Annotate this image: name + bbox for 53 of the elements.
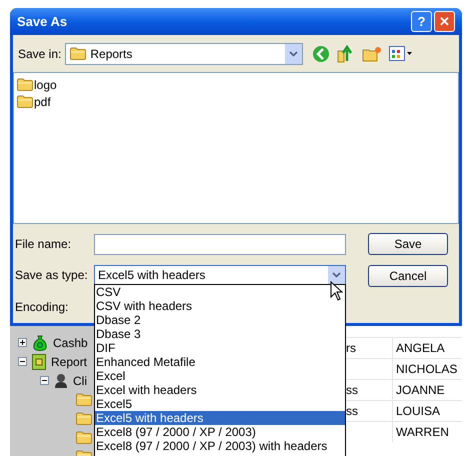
file-item[interactable]: logo bbox=[17, 76, 455, 94]
dropdown-option[interactable]: Excel8 (97 / 2000 / XP / 2003) bbox=[95, 425, 345, 439]
file-name-field[interactable] bbox=[94, 234, 346, 254]
dropdown-option[interactable]: Excel with headers bbox=[95, 383, 345, 397]
tree-item[interactable]: Report bbox=[51, 352, 88, 370]
close-button[interactable]: ✕ bbox=[434, 11, 455, 32]
dialog-button[interactable]: Cancel bbox=[368, 265, 448, 287]
folder-icon bbox=[76, 431, 92, 444]
dropdown-option[interactable]: Dbase 2 bbox=[95, 313, 345, 327]
money-bag-icon bbox=[32, 334, 48, 350]
dropdown-option[interactable]: Excel5 with headers bbox=[95, 411, 345, 425]
table-cell-text: ANGELA bbox=[396, 340, 445, 357]
table-cell-text: ss bbox=[346, 382, 358, 399]
report-icon bbox=[32, 354, 46, 370]
new-folder-icon[interactable] bbox=[362, 46, 382, 62]
dropdown-option[interactable]: CSV with headers bbox=[95, 299, 345, 313]
save-in-label: Save in: bbox=[18, 46, 62, 63]
view-menu-icon[interactable] bbox=[389, 46, 414, 62]
file-item[interactable]: pdf bbox=[17, 93, 455, 110]
save-as-type-label: Save as type: bbox=[15, 267, 89, 284]
dropdown-option[interactable]: Enhanced Metafile bbox=[95, 355, 345, 369]
collapse-icon[interactable] bbox=[40, 376, 49, 385]
dropdown-option[interactable]: Excel8 (97 / 2000 / XP / 2003) with headers bbox=[95, 439, 345, 453]
dropdown-option[interactable]: Excel5 bbox=[95, 397, 345, 411]
folder-icon bbox=[76, 412, 92, 425]
collapse-icon[interactable] bbox=[18, 357, 27, 366]
dropdown-option[interactable]: Excel bbox=[95, 369, 345, 383]
table-cell-text: WARREN bbox=[396, 424, 449, 441]
window-title: Save As bbox=[17, 12, 68, 31]
help-button[interactable]: ? bbox=[411, 11, 432, 32]
table-cell-text: LOUISA bbox=[396, 403, 440, 420]
save-as-type-dropdown[interactable]: Excel5 with headers bbox=[94, 264, 346, 286]
table-cell-text: ss bbox=[346, 403, 358, 420]
folder-icon bbox=[17, 95, 33, 108]
folder-icon bbox=[70, 47, 86, 60]
dialog-button[interactable]: Save bbox=[368, 233, 448, 255]
dropdown-option[interactable]: Dbase 3 bbox=[95, 327, 345, 341]
back-icon[interactable] bbox=[312, 44, 330, 63]
encoding-label: Encoding: bbox=[15, 299, 68, 316]
dropdown-option[interactable]: DIF bbox=[95, 341, 345, 355]
chevron-down-icon[interactable] bbox=[328, 266, 345, 284]
file-name-label: File name: bbox=[15, 236, 72, 253]
expand-icon[interactable] bbox=[18, 338, 27, 347]
dropdown-option[interactable]: CSV bbox=[95, 285, 345, 299]
table-cell-text: NICHOLAS bbox=[396, 361, 458, 378]
folder-icon bbox=[17, 78, 33, 92]
save-in-dropdown[interactable]: Reports bbox=[65, 42, 304, 65]
person-icon bbox=[54, 373, 68, 388]
table-cell-text: JOANNE bbox=[396, 382, 445, 399]
folder-icon bbox=[76, 393, 92, 406]
tree-item[interactable]: Cli bbox=[73, 372, 87, 390]
table-cell-text: rs bbox=[346, 340, 356, 357]
tree-item[interactable]: Cashb bbox=[53, 334, 88, 352]
